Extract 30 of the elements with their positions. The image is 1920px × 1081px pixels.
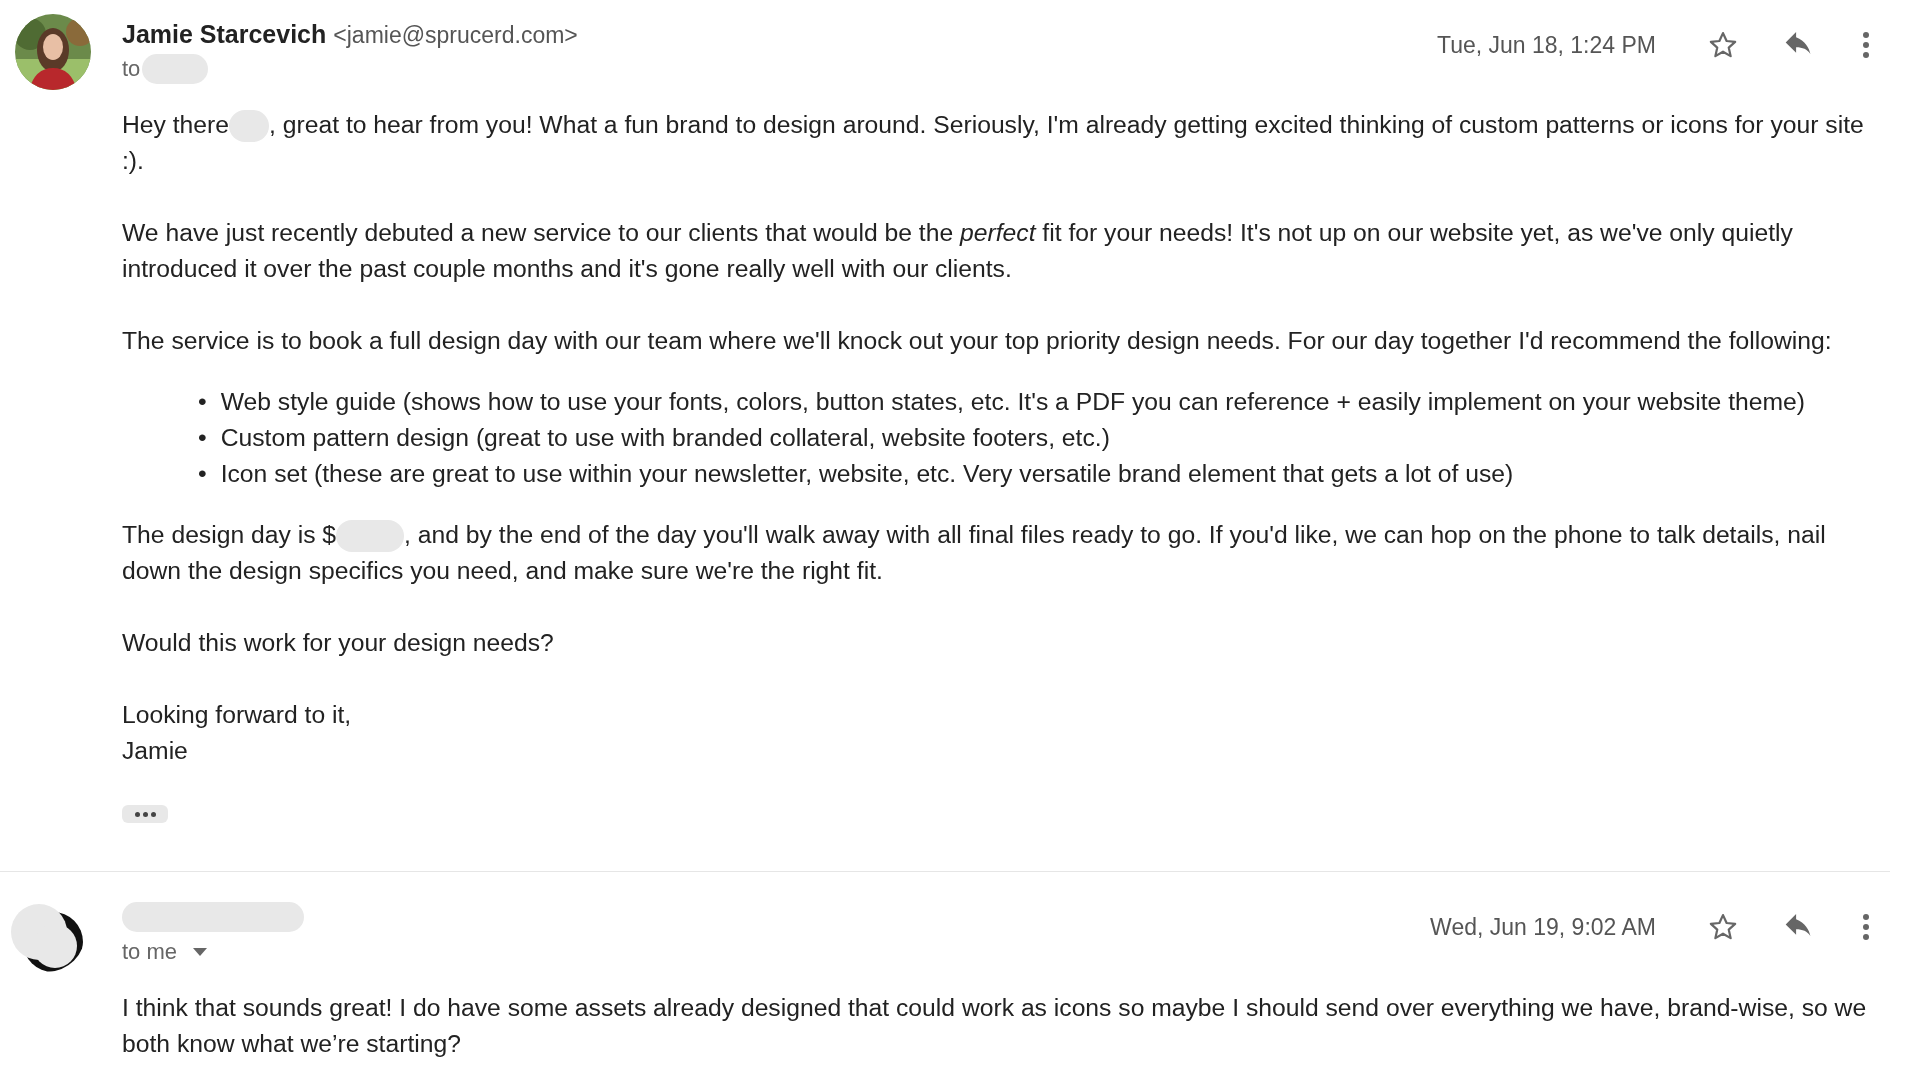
more-icon bbox=[1862, 913, 1870, 941]
sender-name: Jamie Starcevich bbox=[122, 20, 327, 49]
star-icon bbox=[1708, 30, 1738, 60]
sender-email: <jamie@sprucerd.com> bbox=[333, 22, 578, 49]
message-date: Tue, Jun 18, 1:24 PM bbox=[1436, 31, 1656, 59]
bullet: • bbox=[198, 387, 207, 417]
signoff-line: Jamie bbox=[122, 736, 189, 766]
signoff-line: Looking forward to it, bbox=[122, 700, 353, 730]
star-button[interactable] bbox=[1708, 912, 1738, 942]
more-button[interactable] bbox=[1862, 31, 1870, 59]
more-icon bbox=[1862, 31, 1870, 59]
message-paragraph: Would this work for your design needs? bbox=[122, 628, 555, 658]
message-paragraph: I think that sounds great! I do have some assets already designed that could work as icons so maybe I should send over everything we have, brand-wise, so we both know what we’re starting? bbox=[122, 993, 1868, 1059]
recipient-label: to bbox=[122, 56, 141, 82]
message-paragraph: The service is to book a full design day with our team where we'll knock out your top priority design needs. For our day together I'd recommend the following: bbox=[122, 326, 1833, 356]
bullet: • bbox=[198, 459, 207, 489]
list-item: Icon set (these are great to use within your newsletter, website, etc. Very versatile brand element that gets a lot of use) bbox=[220, 459, 1514, 489]
message-paragraph: Hey there , great to hear from you! What a fun brand to design around. Seriously, I'm already getting excited thinking of custom patterns or icons for your site :). bbox=[122, 109, 1865, 176]
message-paragraph: The design day is $ , and by the end of the day you'll walk away with all final files ready to go. If you'd like, we can hop on the phone to talk details, nail down the design specifics you need, and make sure we're the right fit. bbox=[122, 519, 1827, 586]
more-button[interactable] bbox=[1862, 913, 1870, 941]
caret-icon[interactable] bbox=[191, 946, 210, 958]
star-icon bbox=[1708, 912, 1738, 942]
star-button[interactable] bbox=[1708, 30, 1738, 60]
message-paragraph: We have just recently debuted a new service to our clients that would be the perfect fit for your needs! It's not up on our website yet, as we've only quietly introduced it over the past couple months and it's gone really well with our clients. bbox=[122, 218, 1794, 284]
message-date: Wed, Jun 19, 9:02 AM bbox=[1430, 913, 1656, 941]
recipient-label: to me bbox=[122, 939, 178, 965]
bullet: • bbox=[198, 423, 207, 453]
list-item: Web style guide (shows how to use your fonts, colors, button states, etc. It's a PDF you can reference + easily implement on your website theme) bbox=[220, 387, 1805, 417]
show-trimmed-button[interactable] bbox=[122, 805, 168, 823]
list-item: Custom pattern design (great to use with branded collateral, website footers, etc.) bbox=[220, 423, 1110, 453]
